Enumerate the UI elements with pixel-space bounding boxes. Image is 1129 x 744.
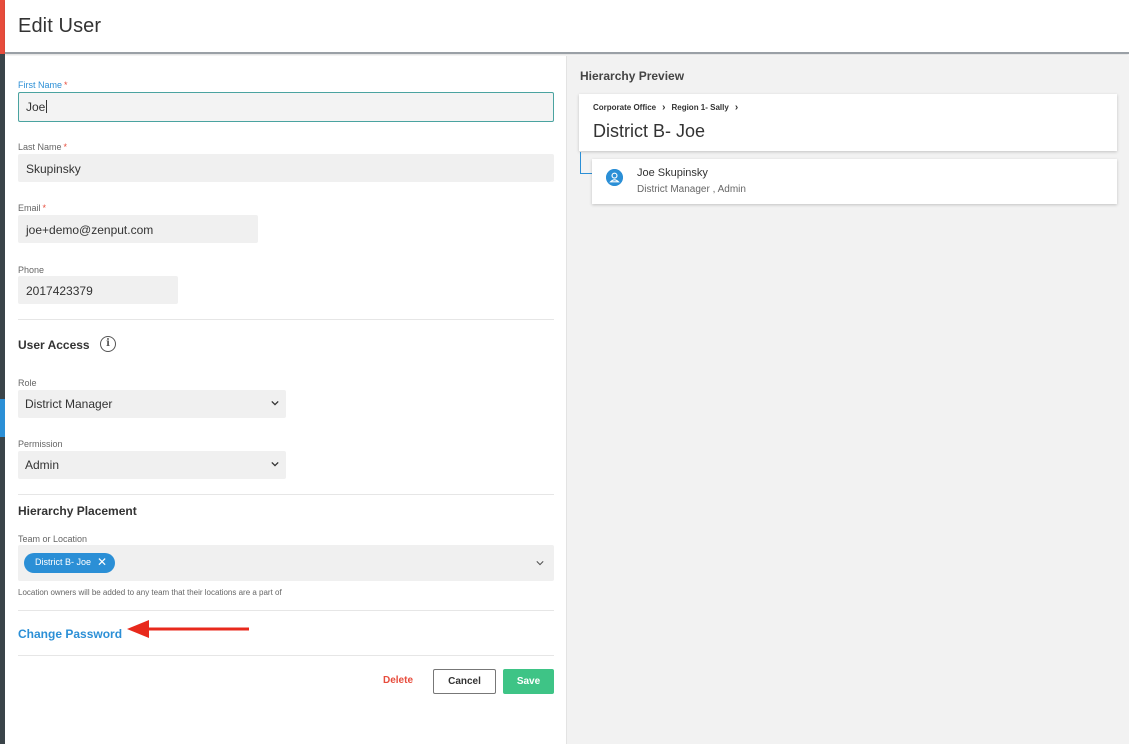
phone-label: Phone	[18, 265, 45, 275]
user-preview-card: Joe Skupinsky District Manager , Admin	[592, 159, 1117, 204]
divider	[18, 610, 554, 611]
permission-selected-value: Admin	[25, 458, 60, 472]
breadcrumb: Corporate Office › Region 1- Sally ›	[593, 102, 744, 113]
team-or-location-label: Team or Location	[18, 534, 88, 544]
user-icon	[606, 169, 623, 186]
chip-label: District B- Joe	[35, 557, 92, 567]
info-icon[interactable]: i	[100, 336, 116, 352]
user-preview-roles: District Manager , Admin	[637, 184, 746, 195]
team-or-location-select[interactable]: District B- Joe ✕	[18, 545, 554, 581]
chevron-right-icon: ›	[734, 102, 739, 113]
role-select[interactable]: District Manager	[18, 390, 286, 418]
user-preview-name: Joe Skupinsky	[637, 167, 708, 179]
annotation-arrow-icon	[127, 620, 249, 638]
user-access-title: User Access	[18, 338, 90, 352]
last-name-input[interactable]: Skupinsky	[18, 154, 554, 182]
divider	[18, 655, 554, 656]
chevron-down-icon	[271, 400, 279, 406]
hierarchy-placement-title: Hierarchy Placement	[18, 504, 137, 518]
email-label: Email *	[18, 203, 47, 213]
top-bar: Edit User	[5, 0, 1129, 54]
role-selected-value: District Manager	[25, 397, 113, 411]
cancel-button[interactable]: Cancel	[433, 669, 496, 694]
email-input[interactable]: joe+demo@zenput.com	[18, 215, 258, 243]
location-owner-hint: Location owners will be added to any tea…	[18, 588, 282, 597]
chevron-down-icon	[536, 561, 544, 566]
tree-connector	[580, 152, 592, 174]
page-title: Edit User	[18, 15, 102, 37]
change-password-link[interactable]: Change Password	[18, 627, 122, 641]
chevron-right-icon: ›	[662, 102, 666, 113]
current-node-heading: District B- Joe	[593, 121, 706, 141]
first-name-input[interactable]: Joe	[18, 92, 554, 122]
delete-button[interactable]: Delete	[381, 673, 415, 688]
hierarchy-preview-panel: Hierarchy Preview Corporate Office › Regio…	[567, 56, 1129, 744]
permission-label: Permission	[18, 439, 63, 449]
first-name-label: First Name *	[18, 80, 68, 90]
edit-user-form: First Name * Joe Last Name * Skupinsky Ema…	[5, 56, 567, 744]
close-icon[interactable]: ✕	[97, 555, 107, 569]
save-button[interactable]: Save	[503, 669, 554, 694]
phone-input[interactable]: 2017423379	[18, 276, 178, 304]
breadcrumb-item[interactable]: Corporate Office	[593, 103, 656, 112]
breadcrumb-item[interactable]: Region 1- Sally	[671, 103, 728, 112]
hierarchy-preview-title: Hierarchy Preview	[580, 69, 685, 83]
divider	[18, 494, 554, 495]
selected-team-chip: District B- Joe ✕	[24, 553, 116, 573]
divider	[18, 319, 554, 320]
last-name-label: Last Name *	[18, 142, 68, 152]
role-label: Role	[18, 378, 37, 388]
hierarchy-breadcrumb-card: Corporate Office › Region 1- Sally › Distri…	[579, 94, 1117, 151]
permission-select[interactable]: Admin	[18, 451, 286, 479]
chevron-down-icon	[271, 461, 279, 467]
